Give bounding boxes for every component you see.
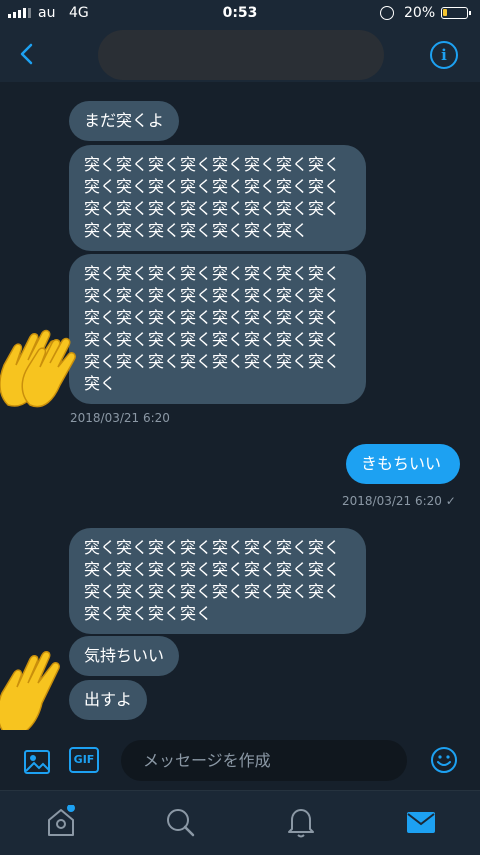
chevron-left-icon bbox=[20, 43, 33, 65]
message-timestamp: 2018/03/21 6:20 bbox=[70, 411, 170, 425]
message-bubble-incoming[interactable]: 突く突く突く突く突く突く突く突く 突く突く突く突く突く突く突く突く 突く突く突く… bbox=[69, 254, 366, 404]
message-bubble-incoming[interactable]: まだ突くよ bbox=[69, 101, 180, 141]
back-button[interactable] bbox=[14, 40, 42, 68]
raised-hand-emoji-icon bbox=[0, 650, 60, 737]
battery-icon bbox=[441, 7, 471, 19]
tab-search[interactable] bbox=[163, 805, 197, 839]
gif-button[interactable]: GIF bbox=[69, 747, 99, 773]
info-button[interactable]: i bbox=[430, 41, 458, 69]
status-bar: au 4G 0:53 20% bbox=[0, 0, 480, 26]
photo-button[interactable] bbox=[23, 748, 51, 776]
message-bubble-incoming[interactable]: 出すよ bbox=[69, 680, 148, 720]
conversation-title-redacted bbox=[98, 30, 384, 80]
raised-hands-emoji-icon bbox=[0, 329, 76, 408]
message-bubble-outgoing[interactable]: きもちいい bbox=[346, 444, 460, 484]
conversation-header: i bbox=[0, 26, 480, 82]
emoji-button[interactable] bbox=[430, 746, 458, 774]
tab-messages[interactable] bbox=[404, 805, 438, 839]
message-bubble-incoming[interactable]: 気持ちいい bbox=[69, 636, 180, 676]
rotation-lock-icon bbox=[380, 6, 394, 20]
tab-home[interactable] bbox=[44, 805, 78, 839]
tab-notifications[interactable] bbox=[284, 805, 318, 839]
info-icon: i bbox=[441, 46, 447, 64]
message-timestamp-read: 2018/03/21 6:20 ✓ bbox=[342, 494, 456, 508]
battery-percent: 20% bbox=[404, 5, 436, 21]
bottom-tab-bar bbox=[0, 790, 480, 855]
message-input[interactable] bbox=[121, 740, 407, 781]
message-bubble-incoming[interactable]: 突く突く突く突く突く突く突く突く 突く突く突く突く突く突く突く突く 突く突く突く… bbox=[69, 528, 366, 634]
message-bubble-incoming[interactable]: 突く突く突く突く突く突く突く突く 突く突く突く突く突く突く突く突く 突く突く突く… bbox=[69, 145, 366, 251]
